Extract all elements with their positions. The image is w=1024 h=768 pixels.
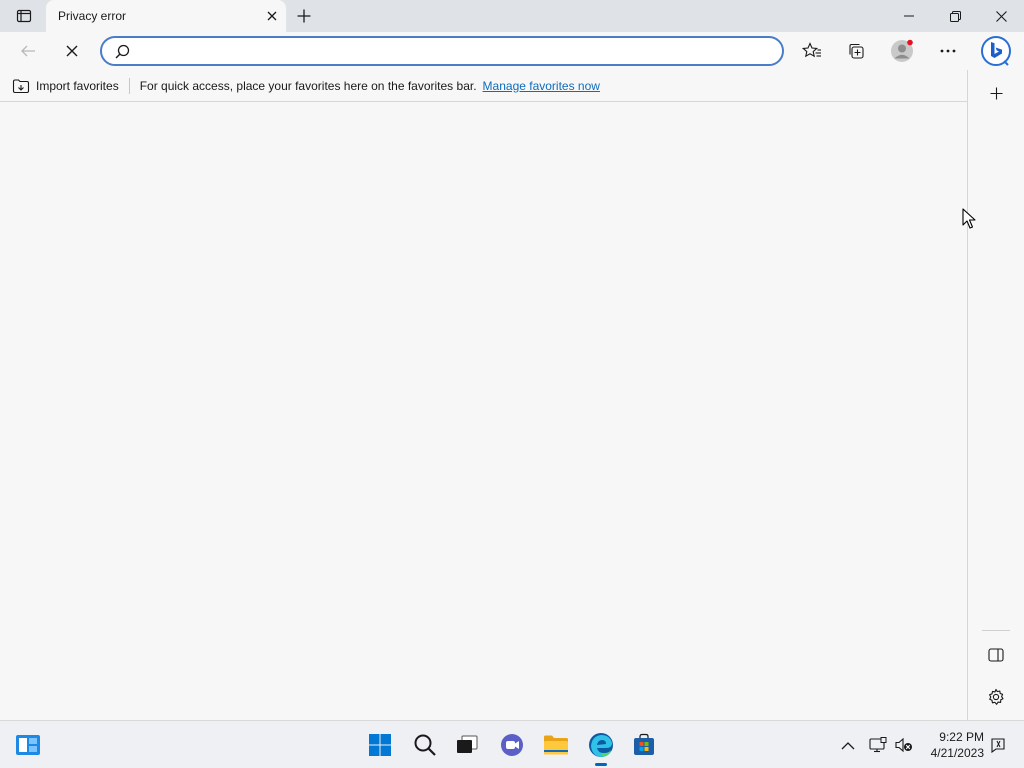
teams-chat-icon [501, 734, 523, 756]
favorites-button[interactable] [796, 35, 828, 67]
clock-time: 9:22 PM [939, 730, 984, 744]
collections-icon [849, 43, 864, 59]
widgets-button[interactable] [10, 727, 46, 763]
divider [982, 630, 1010, 631]
manage-favorites-link[interactable]: Manage favorites now [483, 79, 600, 93]
toolbar [0, 32, 1024, 70]
close-window-button[interactable] [978, 0, 1024, 32]
collections-button[interactable] [840, 35, 872, 67]
clock-date: 4/21/2023 [930, 746, 984, 760]
settings-more-button[interactable] [932, 35, 964, 67]
restore-button[interactable] [932, 0, 978, 32]
bing-icon [981, 36, 1011, 66]
bing-chat-button[interactable] [978, 33, 1014, 69]
windows-logo-icon [369, 734, 391, 756]
task-view-button[interactable] [449, 727, 485, 763]
system-clock[interactable]: 9:22 PM 4/21/2023 [920, 729, 984, 761]
address-input[interactable] [142, 39, 782, 63]
widgets-icon [16, 735, 40, 755]
close-icon [267, 11, 277, 21]
minimize-button[interactable] [886, 0, 932, 32]
network-status-button[interactable] [864, 727, 892, 763]
back-arrow-icon [21, 45, 35, 57]
avatar-icon [891, 39, 913, 62]
more-icon [940, 49, 956, 53]
search-icon [108, 38, 136, 64]
star-list-icon [802, 42, 821, 58]
plus-icon [297, 9, 311, 23]
sidebar-panel-icon [988, 648, 1004, 662]
restore-icon [949, 10, 961, 22]
store-icon [634, 733, 654, 755]
folder-icon [544, 735, 568, 755]
hide-sidebar-button[interactable] [981, 640, 1011, 670]
search-icon [414, 734, 436, 756]
import-favorites-label: Import favorites [36, 78, 119, 93]
close-icon [995, 10, 1007, 22]
profile-button[interactable] [886, 35, 918, 67]
mouse-cursor-icon [962, 208, 976, 229]
volume-muted-icon [895, 737, 912, 753]
file-explorer-button[interactable] [538, 727, 574, 763]
divider [128, 77, 130, 94]
search-button[interactable] [407, 727, 443, 763]
store-button[interactable] [626, 727, 662, 763]
minimize-icon [904, 15, 914, 17]
page-content [0, 103, 967, 720]
import-folder-icon [12, 78, 30, 93]
chat-button[interactable] [494, 727, 530, 763]
notification-icon [991, 738, 1005, 753]
sidebar [967, 70, 1024, 720]
notifications-button[interactable] [984, 727, 1012, 763]
sidebar-add-button[interactable] [981, 78, 1011, 108]
task-view-icon [457, 735, 478, 753]
chevron-up-icon [841, 741, 855, 749]
address-bar[interactable] [100, 36, 784, 66]
active-app-indicator [595, 763, 607, 766]
gear-icon [989, 688, 1004, 705]
plus-icon [990, 87, 1002, 99]
sidebar-settings-button[interactable] [981, 682, 1011, 712]
new-tab-button[interactable] [290, 2, 318, 30]
volume-button[interactable] [890, 727, 918, 763]
favorites-bar-message: For quick access, place your favorites h… [139, 78, 477, 93]
close-icon [66, 45, 78, 57]
stop-loading-button[interactable] [56, 35, 88, 67]
tab-close-button[interactable] [258, 2, 286, 30]
start-button[interactable] [362, 727, 398, 763]
tab-actions-button[interactable] [8, 4, 40, 28]
back-button[interactable] [12, 35, 44, 67]
tab-actions-icon [16, 9, 32, 23]
show-hidden-icons-button[interactable] [833, 727, 863, 763]
active-tab[interactable]: Privacy error [46, 0, 286, 32]
edge-icon [589, 733, 613, 757]
favorites-bar: Import favorites For quick access, place… [0, 70, 967, 102]
title-bar: Privacy error [0, 0, 1024, 32]
edge-taskbar-button[interactable] [583, 727, 619, 763]
tab-title: Privacy error [58, 9, 127, 23]
taskbar: 9:22 PM 4/21/2023 [0, 720, 1024, 768]
import-favorites-button[interactable]: Import favorites [12, 74, 119, 98]
network-icon [869, 737, 887, 753]
